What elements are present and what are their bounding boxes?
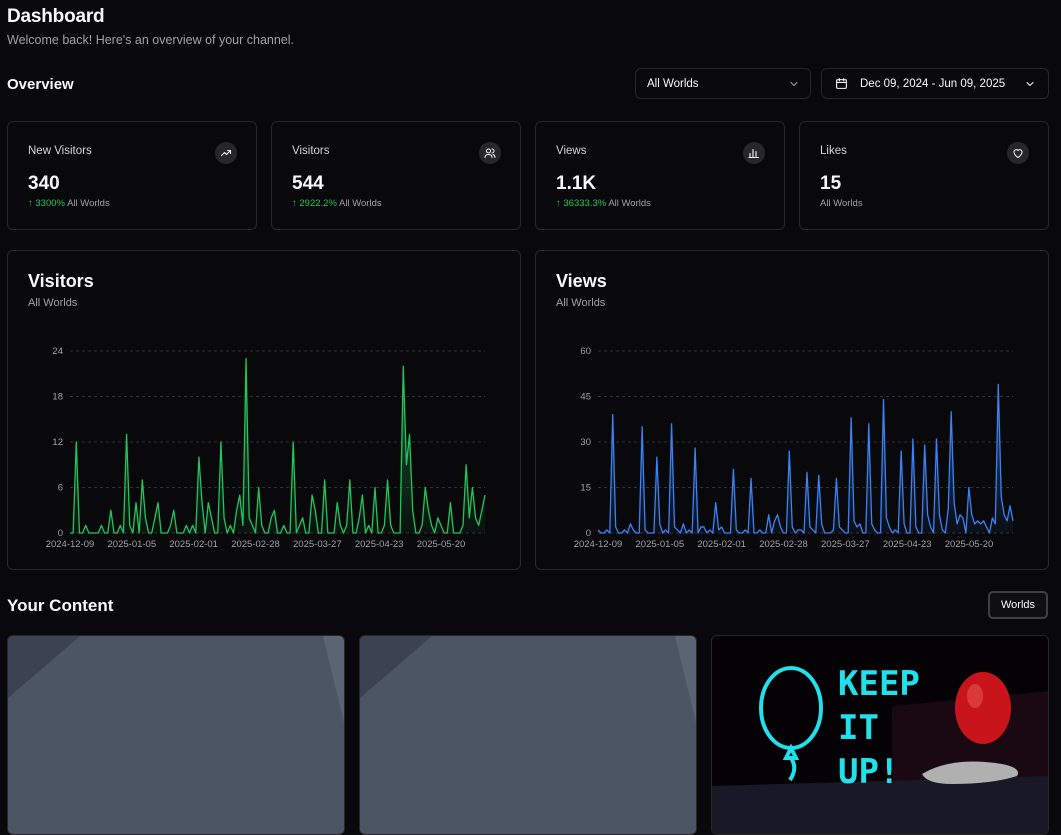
y-tick-label: 12 <box>52 437 63 448</box>
stat-label: Visitors <box>292 145 330 157</box>
content-thumbnail-keep-it-up[interactable]: KEEP IT UP! <box>711 635 1049 835</box>
page-subtitle: Welcome back! Here's an overview of your… <box>7 33 295 47</box>
x-tick-label: 2024-12-09 <box>46 539 95 550</box>
world-select[interactable]: All Worlds <box>635 68 811 99</box>
stat-change: All Worlds <box>820 198 863 209</box>
page-title: Dashboard <box>7 6 105 27</box>
placeholder-thumbnail-image <box>360 636 696 834</box>
x-tick-label: 2025-04-23 <box>883 539 932 550</box>
stat-card-views: Views 1.1K ↑ 36333.3% All Worlds <box>535 121 785 230</box>
x-tick-label: 2025-02-28 <box>231 539 280 550</box>
stat-value: 1.1K <box>556 173 597 194</box>
your-content-title: Your Content <box>7 596 114 615</box>
x-tick-label: 2025-03-27 <box>821 539 870 550</box>
worlds-filter-button[interactable]: Worlds <box>988 591 1048 619</box>
calendar-icon <box>835 77 848 93</box>
stat-label: Likes <box>820 145 847 157</box>
trending-up-icon <box>215 142 237 164</box>
series-area <box>70 358 485 533</box>
heart-icon <box>1007 142 1029 164</box>
x-tick-label: 2025-01-05 <box>636 539 685 550</box>
stat-change: ↑ 2922.2% All Worlds <box>292 198 382 209</box>
bar-chart-icon <box>743 142 765 164</box>
date-range-picker[interactable]: Dec 09, 2024 - Jun 09, 2025 <box>821 68 1049 99</box>
visitors-chart-card: Visitors All Worlds 0 6 12 18 24 2024-12-09 20… <box>7 250 521 570</box>
series-line <box>70 357 486 534</box>
y-tick-label: 0 <box>586 528 591 539</box>
y-tick-label: 45 <box>580 392 591 403</box>
x-tick-label: 2025-01-05 <box>108 539 157 550</box>
y-tick-label: 15 <box>580 483 591 494</box>
y-tick-label: 18 <box>52 392 63 403</box>
date-range-value: Dec 09, 2024 - Jun 09, 2025 <box>860 77 1006 90</box>
views-chart: 0 15 30 45 60 2024-12-09 2025-01-05 2025-02-01 2… <box>574 346 1014 550</box>
x-tick-label: 2025-02-28 <box>759 539 808 550</box>
overview-title: Overview <box>7 76 74 93</box>
x-tick-label: 2025-05-20 <box>945 539 994 550</box>
y-tick-label: 24 <box>52 346 63 357</box>
stat-value: 544 <box>292 173 324 194</box>
chevron-down-icon <box>788 78 800 93</box>
views-chart-card: Views All Worlds 0 15 30 45 60 2024-12-09 2025… <box>535 250 1049 570</box>
placeholder-thumbnail-image <box>8 636 344 834</box>
content-thumbnail[interactable] <box>7 635 345 835</box>
x-tick-label: 2025-02-01 <box>697 539 746 550</box>
chevron-down-icon <box>1024 78 1036 93</box>
y-tick-label: 0 <box>58 528 63 539</box>
y-tick-label: 30 <box>580 437 591 448</box>
world-select-value: All Worlds <box>647 77 699 90</box>
stat-card-visitors: Visitors 544 ↑ 2922.2% All Worlds <box>271 121 521 230</box>
stat-label: New Visitors <box>28 145 92 157</box>
thumbnail-text: KEEP IT UP! <box>838 664 920 792</box>
stat-value: 15 <box>820 173 842 194</box>
x-tick-label: 2025-04-23 <box>355 539 404 550</box>
content-thumbnail[interactable] <box>359 635 697 835</box>
y-tick-label: 6 <box>58 483 63 494</box>
y-tick-label: 60 <box>580 346 591 357</box>
stat-card-new-visitors: New Visitors 340 ↑ 3300% All Worlds <box>7 121 257 230</box>
visitors-chart: 0 6 12 18 24 2024-12-09 2025-01-05 2025-02-01 20… <box>46 346 486 550</box>
stat-value: 340 <box>28 173 60 194</box>
x-tick-label: 2025-03-27 <box>293 539 342 550</box>
x-tick-label: 2024-12-09 <box>574 539 623 550</box>
x-tick-label: 2025-02-01 <box>169 539 218 550</box>
stat-change: ↑ 36333.3% All Worlds <box>556 198 651 209</box>
stat-card-likes: Likes 15 All Worlds <box>799 121 1049 230</box>
stat-change: ↑ 3300% All Worlds <box>28 198 110 209</box>
users-icon <box>479 142 501 164</box>
stat-label: Views <box>556 145 587 157</box>
x-tick-label: 2025-05-20 <box>417 539 466 550</box>
